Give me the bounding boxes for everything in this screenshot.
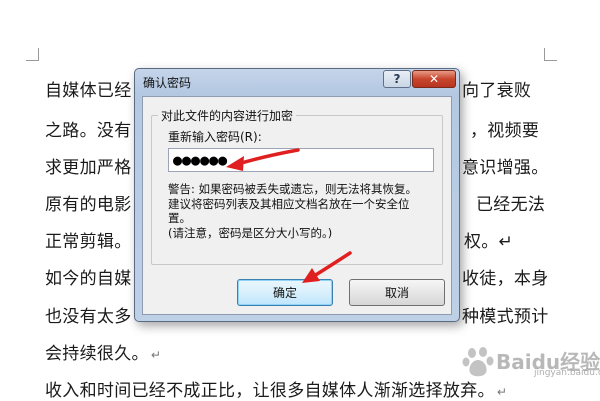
doc-line: 原有的电影 [45, 195, 132, 215]
dialog-title: 确认密码 [143, 76, 192, 90]
doc-line: 也没有太多 [45, 307, 132, 327]
doc-line: 如今的自媒 [45, 269, 132, 289]
doc-line: 自媒体已经 [45, 81, 132, 101]
doc-line: 求更加严格 [45, 158, 132, 178]
help-icon: ? [393, 72, 401, 86]
baidu-watermark: Baidu经验 jingyan.baidu.com [462, 342, 600, 382]
close-icon: ✕ [428, 72, 440, 86]
encrypt-groupbox: 对此文件的内容进行加密 重新输入密码(R): 警告: 如果密码被丢失或遗忘，则无… [151, 107, 443, 265]
doc-line-right: 已经无法 [476, 195, 546, 215]
help-button[interactable]: ? [383, 70, 411, 88]
groupbox-title: 对此文件的内容进行加密 [158, 107, 297, 124]
margin-corner-top-right [544, 48, 557, 61]
doc-line-right: ，视频要 [470, 121, 540, 141]
doc-line: 会持续很久。 ↵ [45, 344, 162, 364]
margin-corner-top-left [26, 48, 39, 61]
confirm-password-dialog: 确认密码 ? ✕ 对此文件的内容进行加密 重新输入密码(R): 警告: 如果密码… [134, 68, 460, 322]
paw-logo-icon [462, 347, 494, 377]
password-warning: 警告: 如果密码被丢失或遗忘，则无法将其恢复。 建议将密码列表及其相应文档名放在… [168, 182, 418, 240]
paragraph-mark: ↵ [150, 348, 162, 362]
doc-line-right: 向了衰败 [462, 81, 532, 101]
doc-line-right: 权。↵ [464, 232, 514, 252]
doc-line: 收入和时间已经不成正比，让很多自媒体人渐渐选择放弃。 ↵ [45, 381, 508, 401]
dialog-client-area: 对此文件的内容进行加密 重新输入密码(R): 警告: 如果密码被丢失或遗忘，则无… [142, 96, 452, 315]
doc-line: 正常剪辑。 [45, 232, 132, 252]
doc-line-right: 意识增强。 [462, 158, 549, 178]
ok-button[interactable]: 确定 [237, 279, 333, 306]
doc-line: 之路。没有 [45, 121, 132, 141]
watermark-url: jingyan.baidu.com [534, 368, 600, 378]
doc-line-right: 种模式预计 [462, 307, 549, 327]
paragraph-mark: ↵ [496, 385, 508, 399]
doc-line-right: 收徒，本身 [462, 269, 549, 289]
reenter-password-label: 重新输入密码(R): [168, 130, 262, 144]
close-button[interactable]: ✕ [412, 70, 456, 88]
dialog-titlebar[interactable]: 确认密码 ? ✕ [135, 69, 459, 93]
paragraph-mark: ↵ [498, 232, 514, 252]
reenter-password-input[interactable] [168, 148, 434, 172]
cancel-button[interactable]: 取消 [349, 279, 445, 306]
